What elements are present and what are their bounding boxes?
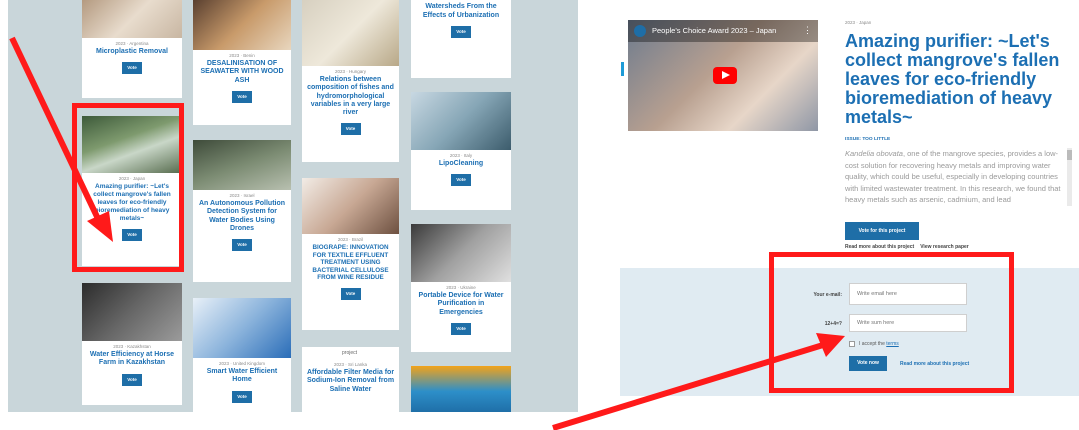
arrow-left-line	[9, 36, 103, 225]
annotation-arrows	[9, 36, 845, 430]
screenshot-root: 2023 · Argentina Microplastic Removal Vo…	[0, 0, 1079, 430]
arrow-right-line	[552, 342, 824, 430]
arrow-left-head	[87, 211, 113, 242]
